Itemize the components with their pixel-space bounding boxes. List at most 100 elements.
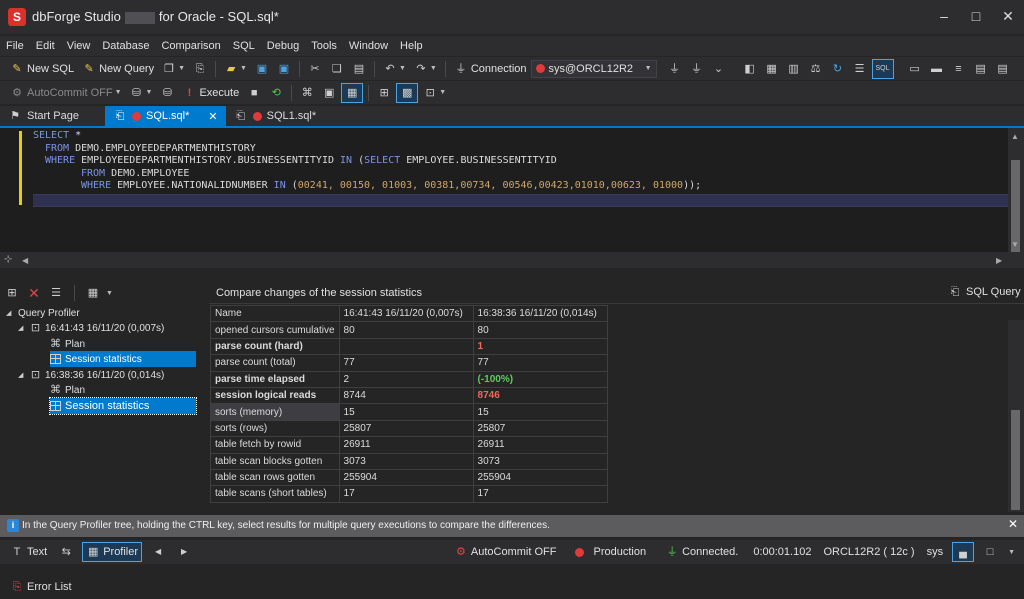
tree-run-2-plan[interactable]: ⌘ Plan <box>50 382 85 398</box>
layout-3-button[interactable]: ≡ <box>949 59 969 79</box>
new-sql-button[interactable]: ✎ New SQL <box>7 59 77 79</box>
db-tool-3-button[interactable]: ▥ <box>784 59 804 79</box>
extra-button[interactable]: ⊡ ▼ <box>420 83 449 103</box>
collapse-icon[interactable]: ◢ <box>6 309 14 317</box>
scroll-left-icon[interactable]: ◀ <box>22 256 28 265</box>
autocommit-button[interactable]: ⚙ AutoCommit OFF ▼ <box>7 83 125 103</box>
open-button[interactable]: ▰ ▼ <box>221 59 250 79</box>
menu-tools[interactable]: Tools <box>305 36 343 56</box>
menu-debug[interactable]: Debug <box>261 36 305 56</box>
refresh-button[interactable]: ↻ <box>828 59 848 79</box>
menu-edit[interactable]: Edit <box>30 36 61 56</box>
tab-sql[interactable]: ⎗ SQL.sql* ✕ <box>104 106 226 126</box>
close-window-button[interactable]: ✕ <box>996 6 1020 26</box>
db-tool-2-button[interactable]: ▦ <box>762 59 782 79</box>
environment-status[interactable]: Production <box>572 542 649 562</box>
execute-step-button[interactable]: ⟲ <box>266 83 286 103</box>
table-row[interactable]: parse count (hard) 1 <box>210 337 608 356</box>
maximize-button[interactable]: □ <box>964 6 988 26</box>
profiler-view-tab[interactable]: ▦ Profiler <box>82 542 143 562</box>
uncomment-button[interactable]: ▤ <box>993 59 1013 79</box>
split-icon[interactable]: ⊹ <box>4 254 12 265</box>
cut-button[interactable]: ✂ <box>305 59 325 79</box>
view-options-icon[interactable]: ▦ <box>85 286 101 300</box>
text-view-tab[interactable]: T Text <box>7 542 50 562</box>
collapse-icon[interactable]: ◢ <box>18 371 26 379</box>
table-row[interactable]: parse time elapsed 2 (-100%) <box>210 370 608 388</box>
compare-scroll-thumb[interactable] <box>1011 410 1020 510</box>
close-tab-icon[interactable]: ✕ <box>208 110 217 123</box>
save-all-button[interactable]: ▣ <box>274 59 294 79</box>
chevron-down-icon[interactable]: ▼ <box>106 290 113 297</box>
results-button[interactable]: ▣ <box>319 83 339 103</box>
paste-button[interactable]: ▤ <box>349 59 369 79</box>
prev-view-button[interactable]: ◀ <box>148 542 168 562</box>
tree-run-1[interactable]: ◢ ⊡ 16:41:43 16/11/20 (0,007s) <box>18 320 164 336</box>
tree-query-profiler[interactable]: ◢ Query Profiler <box>6 305 80 321</box>
grid-view-button[interactable]: ▩ <box>396 82 419 103</box>
column-header-run-2[interactable]: 16:38:36 16/11/20 (0,014s) <box>472 304 608 323</box>
pane-splitter[interactable] <box>0 268 1024 280</box>
editor-horizontal-scrollbar[interactable] <box>0 252 1024 268</box>
tree-view-button[interactable]: ⊞ <box>374 83 394 103</box>
compare-results-icon[interactable]: ☰ <box>48 286 64 300</box>
format-button[interactable]: ☰ <box>850 59 870 79</box>
redo-button[interactable]: ↷ ▼ <box>411 59 440 79</box>
tree-run-2-session-statistics[interactable]: Session statistics <box>49 397 197 415</box>
delete-icon[interactable]: ✕ <box>26 286 42 300</box>
menu-help[interactable]: Help <box>394 36 429 56</box>
db-tool-4-button[interactable]: ⚖ <box>806 59 826 79</box>
scroll-down-icon[interactable]: ▼ <box>1011 240 1019 249</box>
column-header-run-1[interactable]: 16:41:43 16/11/20 (0,007s) <box>338 304 474 323</box>
table-row[interactable]: table fetch by rowid 26911 26911 <box>210 436 608 454</box>
editor-scroll-thumb[interactable] <box>1011 160 1020 252</box>
db-alt-button[interactable]: ⛁ <box>157 83 177 103</box>
table-row[interactable]: parse count (total) 77 77 <box>210 354 608 372</box>
db-select-button[interactable]: ⛁ ▼ <box>127 83 156 103</box>
sql-code[interactable]: SELECT * FROM DEMO.EMPLOYEEDEPARTMENTHIST… <box>33 130 701 193</box>
minimize-button[interactable]: – <box>932 6 956 26</box>
new-file-button[interactable]: ⎘ <box>190 59 210 79</box>
stop-button[interactable]: ■ <box>244 83 264 103</box>
new-document-button[interactable]: ❐ ▼ <box>159 59 188 79</box>
undo-button[interactable]: ↶ ▼ <box>380 59 409 79</box>
connection-button[interactable]: ⏚ Connection <box>451 59 530 79</box>
table-row[interactable]: sorts (rows) 25807 25807 <box>210 419 608 438</box>
table-row[interactable]: sorts (memory) 15 15 <box>210 403 608 421</box>
menu-database[interactable]: Database <box>96 36 155 56</box>
tree-run-2[interactable]: ◢ ⊡ 16:38:36 16/11/20 (0,014s) <box>18 367 164 383</box>
overflow-button[interactable]: ⌄ <box>709 59 729 79</box>
table-row[interactable]: session logical reads 8744 8746 <box>210 386 608 405</box>
autocommit-status[interactable]: ⚙ AutoCommit OFF <box>451 542 560 562</box>
scroll-right-icon[interactable]: ▶ <box>996 256 1002 265</box>
menu-comparison[interactable]: Comparison <box>155 36 226 56</box>
switch-view-button[interactable]: ⇆ <box>56 542 76 562</box>
layout-2-button[interactable]: ▬ <box>927 59 947 79</box>
query-plan-button[interactable]: ⌘ <box>297 83 317 103</box>
sql-mode-button[interactable]: SQL <box>871 58 894 79</box>
session-statistics-table[interactable]: Name 16:41:43 16/11/20 (0,007s) 16:38:36… <box>210 304 608 503</box>
info-close-button[interactable]: ✕ <box>1008 517 1018 531</box>
disconnect-button[interactable]: ⏚ <box>687 59 707 79</box>
layout-1-button[interactable]: ▭ <box>905 59 925 79</box>
column-header-name[interactable]: Name <box>210 304 340 323</box>
comment-button[interactable]: ▤ <box>971 59 991 79</box>
connection-select[interactable]: sys@ORCL12R2 ▼ <box>530 59 657 78</box>
panel-toggle[interactable]: □ <box>980 542 1000 562</box>
connect-button[interactable]: ⏚ <box>665 59 685 79</box>
scroll-up-icon[interactable]: ▲ <box>1011 132 1019 141</box>
error-list-tab[interactable]: ⎘ Error List <box>7 577 75 597</box>
tab-start-page[interactable]: ⚑ Start Page <box>0 106 87 126</box>
tree-run-1-plan[interactable]: ⌘ Plan <box>50 336 85 352</box>
panel-bottom-toggle[interactable]: ▄ <box>952 542 975 562</box>
profiler-toggle-button[interactable]: ▦ <box>341 82 364 103</box>
menu-sql[interactable]: SQL <box>227 36 261 56</box>
sql-query-button[interactable]: ⎗ SQL Query <box>948 285 1021 299</box>
menu-window[interactable]: Window <box>343 36 394 56</box>
table-row[interactable]: table scan blocks gotten 3073 3073 <box>210 452 608 470</box>
menu-view[interactable]: View <box>61 36 97 56</box>
new-query-button[interactable]: ✎ New Query <box>79 59 157 79</box>
next-view-button[interactable]: ▶ <box>174 542 194 562</box>
save-button[interactable]: ▣ <box>252 59 272 79</box>
tree-run-1-session-statistics[interactable]: Session statistics <box>50 351 196 367</box>
